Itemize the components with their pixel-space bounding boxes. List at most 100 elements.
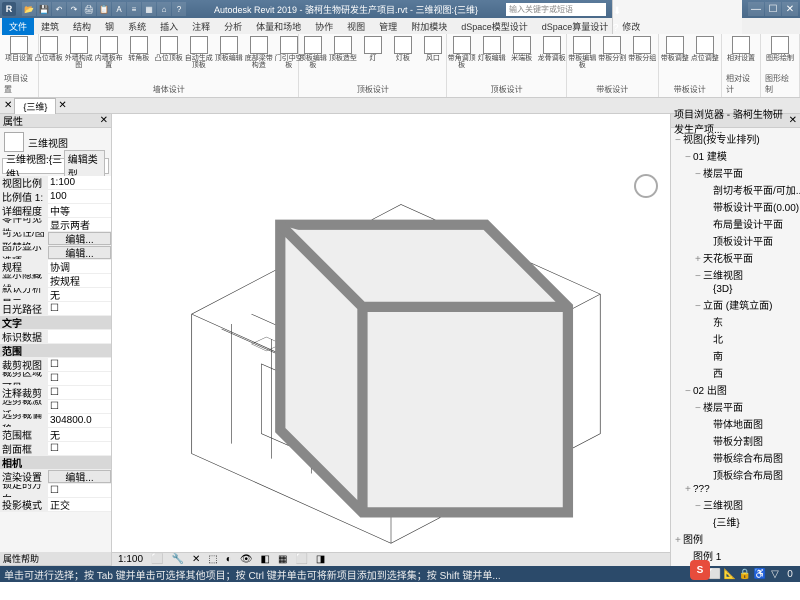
tree-node[interactable]: +天花板平面	[673, 249, 798, 266]
ribbon-tool[interactable]: 带板分组	[628, 36, 656, 62]
ribbon-tool[interactable]: 灯	[359, 36, 387, 62]
tree-node[interactable]: −02 出图	[673, 381, 798, 398]
tree-node[interactable]: 南	[673, 347, 798, 364]
ribbon-tool[interactable]: 图形绘制	[766, 36, 794, 62]
ribbon-tool[interactable]: 凸位墙板	[35, 36, 63, 62]
menu-tab[interactable]: 插入	[153, 18, 185, 35]
ribbon-tool[interactable]: 风口	[419, 36, 447, 62]
menu-tab[interactable]: 分析	[217, 18, 249, 35]
prop-value[interactable]: 100	[48, 190, 111, 203]
prop-value[interactable]: ☐	[48, 358, 111, 371]
ribbon-tool[interactable]: 灯板编辑	[478, 36, 506, 62]
prop-value[interactable]: ☐	[48, 302, 111, 315]
prop-value[interactable]: ☐	[48, 484, 111, 497]
prop-value[interactable]: 协调	[48, 260, 111, 273]
menu-tab[interactable]: 系统	[121, 18, 153, 35]
menu-tab[interactable]: 注释	[185, 18, 217, 35]
prop-value[interactable]	[48, 330, 111, 343]
ribbon-tool[interactable]: 带角调顶板	[448, 36, 476, 69]
prop-value[interactable]: 按规程	[48, 274, 111, 287]
tree-node[interactable]: −视图(按专业排列)	[673, 130, 798, 147]
prop-value[interactable]: 编辑...	[48, 232, 111, 245]
tree-twisty-icon[interactable]: −	[695, 501, 703, 512]
ribbon-tool[interactable]: 顶板造型	[329, 36, 357, 62]
tree-node[interactable]: +???	[673, 483, 798, 496]
vb-3[interactable]: ✕	[190, 554, 202, 565]
maximize-button[interactable]: ☐	[765, 2, 781, 16]
menu-tab[interactable]: 修改	[615, 18, 647, 35]
tree-node[interactable]: 东	[673, 313, 798, 330]
tree-node[interactable]: 西	[673, 364, 798, 381]
prop-value[interactable]: 无	[48, 428, 111, 441]
menu-tab[interactable]: dSpace模型设计	[454, 18, 535, 35]
view-tab-3d[interactable]: {三维}	[14, 98, 56, 114]
tree-node[interactable]: −楼层平面	[673, 398, 798, 415]
tree-twisty-icon[interactable]: −	[675, 135, 683, 146]
prop-value[interactable]: ☐	[48, 386, 111, 399]
tree-node[interactable]: +图例	[673, 530, 798, 547]
menu-tab[interactable]: 建筑	[34, 18, 66, 35]
ribbon-tool[interactable]: 内墙板布置	[95, 36, 123, 69]
prop-value[interactable]: 显示两者	[48, 218, 111, 231]
ribbon-tool[interactable]: 带板分割	[598, 36, 626, 62]
ribbon-tool[interactable]: 相对设置	[727, 36, 755, 62]
menu-tab[interactable]: 协作	[308, 18, 340, 35]
status-icon[interactable]: 🔒	[739, 568, 751, 580]
tree-twisty-icon[interactable]: −	[695, 271, 703, 282]
properties-help[interactable]: 属性帮助	[0, 552, 111, 566]
ribbon-tool[interactable]: 带板编辑板	[568, 36, 596, 69]
tree-twisty-icon[interactable]: −	[695, 169, 703, 180]
tree-node[interactable]: {三维}	[673, 513, 798, 530]
menu-tab[interactable]: 视图	[340, 18, 372, 35]
status-icon[interactable]: ♿	[754, 568, 766, 580]
tree-node[interactable]: −楼层平面	[673, 164, 798, 181]
tree-twisty-icon[interactable]: +	[685, 484, 693, 495]
qat-9[interactable]: ▦	[142, 2, 156, 16]
instance-dropdown[interactable]: 三维视图:{三维} 编辑类型	[2, 158, 109, 174]
menu-tab[interactable]: 文件	[2, 18, 34, 35]
tree-node[interactable]: 带板综合布局图	[673, 449, 798, 466]
ribbon-tool[interactable]: 灯板	[389, 36, 417, 62]
prop-value[interactable]: 编辑...	[48, 246, 111, 259]
tree-node[interactable]: −立面 (建筑立面)	[673, 296, 798, 313]
qat-7[interactable]: A	[112, 2, 126, 16]
qat-print[interactable]: 🖨	[82, 2, 96, 16]
search-input[interactable]: 输入关键字或短语	[506, 3, 606, 16]
ribbon-tool[interactable]: 顶板编辑板	[299, 36, 327, 69]
ribbon-tool[interactable]: 底部梁带构造	[245, 36, 273, 69]
ribbon-tool[interactable]: 凸位顶板	[155, 36, 183, 62]
ribbon-tool[interactable]: 龙骨调板	[538, 36, 566, 62]
prop-value[interactable]: 中等	[48, 204, 111, 217]
tab-close-icon[interactable]: ✕	[58, 100, 66, 111]
vb-6[interactable]: 👁	[238, 554, 255, 565]
nav-wheel[interactable]	[634, 174, 658, 198]
float-badge-icon[interactable]: S	[690, 560, 710, 580]
status-icon[interactable]: 📐	[724, 568, 736, 580]
qat-open[interactable]: 📂	[22, 2, 36, 16]
menu-tab[interactable]: 管理	[372, 18, 404, 35]
ribbon-tool[interactable]: 转角板	[125, 36, 153, 62]
prop-value[interactable]: 304800.0	[48, 414, 111, 427]
menu-tab[interactable]: 钢	[98, 18, 121, 35]
tree-twisty-icon[interactable]: −	[685, 152, 693, 163]
qat-11[interactable]: ?	[172, 2, 186, 16]
qat-save[interactable]: 💾	[37, 2, 51, 16]
scale-button[interactable]: 1:100	[116, 554, 145, 565]
menu-tab[interactable]: dSpace算量设计	[535, 18, 616, 35]
tab-close-icon[interactable]: ✕	[4, 100, 12, 111]
ribbon-tool[interactable]: 米端板	[508, 36, 536, 62]
tree-node[interactable]: −三维视图	[673, 496, 798, 513]
tree-node[interactable]: 顶板综合布局图	[673, 466, 798, 483]
tree-node[interactable]: 顶板设计平面	[673, 232, 798, 249]
close-button[interactable]: ✕	[782, 2, 798, 16]
view-cube[interactable]	[104, 122, 662, 574]
vb-10[interactable]: ◨	[314, 554, 327, 565]
qat-10[interactable]: ⌂	[157, 2, 171, 16]
viewport-3d[interactable]: 1:100 ⬜ 🔧 ✕ ⬚ ◐ 👁 ◧ ▦ ⬜ ◨	[112, 114, 670, 566]
status-icon[interactable]: 0	[784, 568, 796, 580]
vb-7[interactable]: ◧	[259, 554, 272, 565]
prop-value[interactable]: 1:100	[48, 176, 111, 189]
dropdown-icon[interactable]: ⬇	[613, 6, 742, 17]
vb-8[interactable]: ▦	[276, 554, 289, 565]
tree-node[interactable]: −三维视图	[673, 266, 798, 283]
